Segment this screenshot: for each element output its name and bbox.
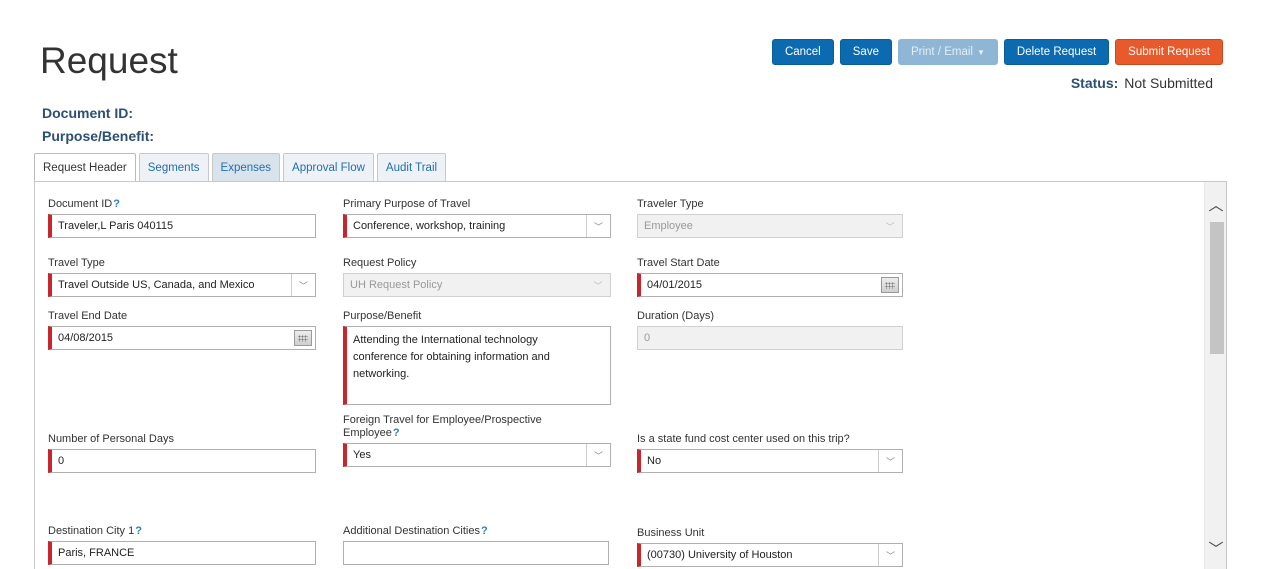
- help-cursor-icon[interactable]: ?: [393, 427, 400, 439]
- request-policy-label: Request Policy: [343, 257, 417, 269]
- traveler-type-label: Traveler Type: [637, 198, 704, 210]
- traveler-type-select: Employee ﹀: [637, 214, 903, 238]
- purpose-benefit-textarea[interactable]: Attending the International technology c…: [343, 326, 611, 405]
- help-cursor-icon[interactable]: ?: [481, 525, 488, 537]
- status-line: Status: Not Submitted: [1071, 75, 1213, 91]
- travel-type-select[interactable]: Travel Outside US, Canada, and Mexico ﹀: [48, 273, 316, 297]
- chevron-down-icon: ﹀: [885, 221, 895, 232]
- travel-end-date-value: 04/08/2015: [58, 332, 114, 344]
- page-title: Request: [40, 40, 178, 81]
- status-value: Not Submitted: [1124, 75, 1213, 91]
- chevron-down-icon[interactable]: ﹀: [878, 544, 902, 566]
- scroll-up-arrow-icon[interactable]: ︿: [1205, 194, 1226, 215]
- primary-purpose-label: Primary Purpose of Travel: [343, 198, 471, 210]
- destination-city-label: Destination City 1: [48, 525, 135, 537]
- calendar-icon[interactable]: [881, 277, 899, 293]
- help-cursor-icon[interactable]: ?: [135, 525, 142, 537]
- duration-days-field: Duration (Days) 0: [637, 310, 903, 350]
- document-id-label: Document ID: [48, 198, 113, 210]
- submit-request-button[interactable]: Submit Request: [1115, 39, 1223, 65]
- calendar-icon[interactable]: [294, 330, 312, 346]
- help-cursor-icon[interactable]: ?: [113, 198, 120, 210]
- save-button[interactable]: Save: [839, 39, 892, 65]
- tab-audit-trail[interactable]: Audit Trail: [376, 153, 447, 181]
- foreign-travel-label: Foreign Travel for Employee/Prospective: [343, 414, 542, 426]
- tab-request-header[interactable]: Request Header: [34, 153, 136, 182]
- travel-start-date-input[interactable]: 04/01/2015: [637, 273, 903, 297]
- caret-down-icon: ▼: [976, 47, 985, 57]
- delete-request-button[interactable]: Delete Request: [1003, 39, 1110, 65]
- purpose-heading: Purpose/Benefit:: [42, 128, 155, 144]
- travel-start-date-value: 04/01/2015: [647, 279, 703, 291]
- chevron-down-icon[interactable]: ﹀: [586, 215, 610, 237]
- travel-end-date-input[interactable]: 04/08/2015: [48, 326, 316, 350]
- destination-city-field: Destination City 1? Paris, FRANCE: [48, 525, 316, 565]
- additional-cities-label: Additional Destination Cities: [343, 525, 480, 537]
- personal-days-label: Number of Personal Days: [48, 433, 174, 445]
- additional-cities-input[interactable]: [343, 541, 609, 565]
- request-policy-field: Request Policy UH Request Policy ﹀: [343, 257, 611, 297]
- chevron-down-icon[interactable]: ﹀: [878, 450, 902, 472]
- request-policy-value: UH Request Policy: [350, 279, 443, 291]
- document-id-field: Document ID? Traveler,L Paris 040115: [48, 198, 316, 238]
- foreign-travel-label-2: Employee: [343, 427, 392, 439]
- additional-cities-field: Additional Destination Cities?: [343, 525, 609, 565]
- business-unit-select[interactable]: (00730) University of Houston ﹀: [637, 543, 903, 567]
- document-id-heading: Document ID:: [42, 105, 133, 121]
- state-fund-value: No: [647, 455, 662, 467]
- travel-start-date-field: Travel Start Date 04/01/2015: [637, 257, 903, 297]
- state-fund-field: Is a state fund cost center used on this…: [637, 433, 903, 473]
- vertical-scrollbar[interactable]: ︿ ﹀: [1204, 182, 1226, 569]
- request-policy-select: UH Request Policy ﹀: [343, 273, 611, 297]
- duration-days-input: 0: [637, 326, 903, 350]
- travel-type-field: Travel Type Travel Outside US, Canada, a…: [48, 257, 316, 297]
- chevron-down-icon: ﹀: [593, 280, 603, 291]
- travel-type-label: Travel Type: [48, 257, 105, 269]
- personal-days-field: Number of Personal Days 0: [48, 433, 316, 473]
- personal-days-input[interactable]: 0: [48, 449, 316, 473]
- document-id-input[interactable]: Traveler,L Paris 040115: [48, 214, 316, 238]
- business-unit-label: Business Unit: [637, 527, 705, 539]
- tab-approval-flow[interactable]: Approval Flow: [283, 153, 374, 181]
- chevron-down-icon[interactable]: ﹀: [291, 274, 315, 296]
- purpose-benefit-field: Purpose/Benefit Attending the Internatio…: [343, 310, 611, 405]
- scroll-down-arrow-icon[interactable]: ﹀: [1205, 538, 1226, 559]
- purpose-benefit-label: Purpose/Benefit: [343, 310, 422, 322]
- business-unit-field: Business Unit (00730) University of Hous…: [637, 527, 903, 567]
- business-unit-value: (00730) University of Houston: [647, 549, 793, 561]
- travel-end-date-label: Travel End Date: [48, 310, 128, 322]
- travel-end-date-field: Travel End Date 04/08/2015: [48, 310, 316, 350]
- print-email-label: Print / Email: [910, 46, 973, 58]
- foreign-travel-value: Yes: [353, 449, 371, 461]
- traveler-type-value: Employee: [644, 220, 693, 232]
- cancel-button[interactable]: Cancel: [771, 39, 834, 65]
- action-toolbar: Cancel Save Print / Email ▼ Delete Reques…: [771, 39, 1223, 65]
- tab-expenses[interactable]: Expenses: [211, 153, 281, 181]
- state-fund-label: Is a state fund cost center used on this…: [637, 433, 850, 445]
- travel-start-date-label: Travel Start Date: [637, 257, 720, 269]
- destination-city-input[interactable]: Paris, FRANCE: [48, 541, 316, 565]
- request-header-panel: Document ID? Traveler,L Paris 040115 Pri…: [34, 181, 1227, 569]
- chevron-down-icon[interactable]: ﹀: [586, 444, 610, 466]
- tab-bar: Request Header Segments Expenses Approva…: [34, 153, 447, 182]
- scroll-thumb[interactable]: [1210, 222, 1224, 354]
- traveler-type-field: Traveler Type Employee ﹀: [637, 198, 903, 238]
- primary-purpose-select[interactable]: Conference, workshop, training ﹀: [343, 214, 611, 238]
- travel-type-value: Travel Outside US, Canada, and Mexico: [58, 279, 255, 291]
- foreign-travel-field: Foreign Travel for Employee/Prospective E…: [343, 414, 611, 467]
- primary-purpose-field: Primary Purpose of Travel Conference, wo…: [343, 198, 611, 238]
- tab-segments[interactable]: Segments: [138, 153, 209, 181]
- primary-purpose-value: Conference, workshop, training: [353, 220, 506, 232]
- state-fund-select[interactable]: No ﹀: [637, 449, 903, 473]
- foreign-travel-select[interactable]: Yes ﹀: [343, 443, 611, 467]
- status-label: Status:: [1070, 75, 1119, 91]
- print-email-button[interactable]: Print / Email ▼: [897, 39, 998, 65]
- duration-days-label: Duration (Days): [637, 310, 715, 322]
